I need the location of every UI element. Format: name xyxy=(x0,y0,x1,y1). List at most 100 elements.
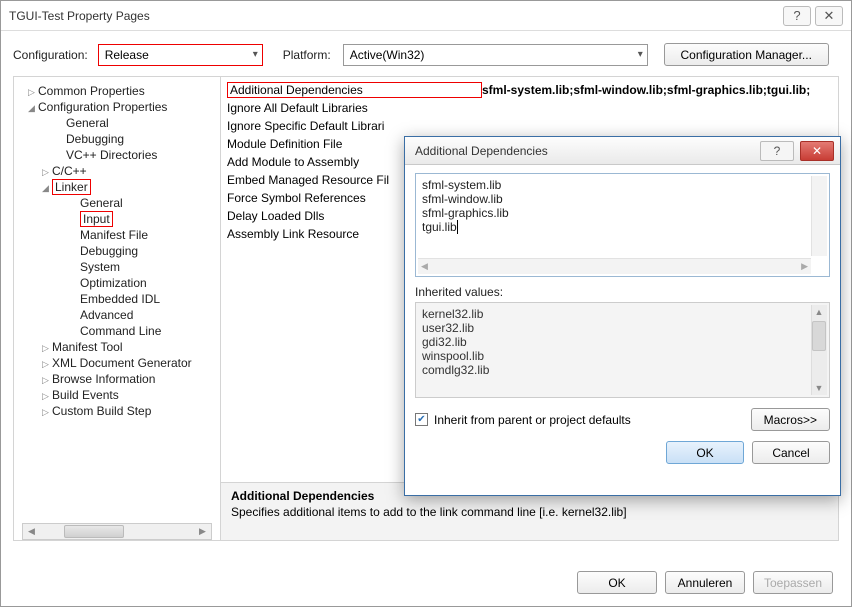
tree-item[interactable]: ▷C/C++ xyxy=(18,163,216,179)
property-row[interactable]: Ignore Specific Default Librari xyxy=(227,117,832,135)
tree-item-label: C/C++ xyxy=(52,164,87,178)
expand-icon[interactable]: ◢ xyxy=(28,103,38,114)
dependencies-textarea[interactable]: sfml-system.libsfml-window.libsfml-graph… xyxy=(415,173,830,277)
configuration-value: Release xyxy=(105,48,149,62)
tree-item-label: Embedded IDL xyxy=(80,292,160,306)
tree-item[interactable]: Debugging xyxy=(18,243,216,259)
expand-icon[interactable]: ▷ xyxy=(28,87,38,98)
property-pages-window: TGUI-Test Property Pages ? ✕ Configurati… xyxy=(0,0,852,607)
tree-item[interactable]: ▷Manifest Tool xyxy=(18,339,216,355)
tree-item-label: Command Line xyxy=(80,324,161,338)
tree-item-label: Debugging xyxy=(66,132,124,146)
platform-label: Platform: xyxy=(283,48,331,62)
expand-icon[interactable]: ▷ xyxy=(42,359,52,370)
tree-horizontal-scrollbar[interactable]: ◀ ▶ xyxy=(22,523,212,540)
property-name: Additional Dependencies xyxy=(227,82,482,98)
tree-item-label: General xyxy=(80,196,123,210)
tree-item[interactable]: Optimization xyxy=(18,275,216,291)
expand-icon[interactable]: ▷ xyxy=(42,391,52,402)
dialog-ok-button[interactable]: OK xyxy=(666,441,744,464)
tree-item[interactable]: ◢Linker xyxy=(18,179,216,195)
scroll-thumb[interactable] xyxy=(64,525,124,538)
chevron-down-icon: ▾ xyxy=(253,49,258,60)
dialog-cancel-button[interactable]: Cancel xyxy=(752,441,830,464)
tree-item-label: Browse Information xyxy=(52,372,155,386)
close-button[interactable]: ✕ xyxy=(815,6,843,26)
property-value[interactable]: sfml-system.lib;sfml-window.lib;sfml-gra… xyxy=(482,83,810,97)
inherited-values-list: kernel32.libuser32.libgdi32.libwinspool.… xyxy=(415,302,830,398)
textarea-horizontal-scrollbar[interactable]: ◀▶ xyxy=(418,258,811,274)
tree-item[interactable]: General xyxy=(18,195,216,211)
additional-dependencies-dialog: Additional Dependencies ? ✕ sfml-system.… xyxy=(404,136,841,496)
configuration-manager-button[interactable]: Configuration Manager... xyxy=(664,43,829,66)
help-button[interactable]: ? xyxy=(783,6,811,26)
scroll-up-icon[interactable]: ▲ xyxy=(812,305,826,319)
tree-item[interactable]: ▷Browse Information xyxy=(18,371,216,387)
tree-item-label: Input xyxy=(80,211,113,227)
scroll-left-icon[interactable]: ◀ xyxy=(23,524,40,539)
tree-item[interactable]: Debugging xyxy=(18,131,216,147)
tree-item-label: System xyxy=(80,260,120,274)
chevron-down-icon: ▾ xyxy=(638,49,643,60)
titlebar: TGUI-Test Property Pages ? ✕ xyxy=(1,1,851,31)
scroll-left-icon[interactable]: ◀ xyxy=(418,261,431,272)
tree-item[interactable]: Input xyxy=(18,211,216,227)
textarea-line: sfml-graphics.lib xyxy=(422,206,823,220)
dialog-help-button[interactable]: ? xyxy=(760,141,794,161)
dialog-titlebar: Additional Dependencies ? ✕ xyxy=(405,137,840,165)
scroll-right-icon[interactable]: ▶ xyxy=(194,524,211,539)
inherited-item: user32.lib xyxy=(422,321,823,335)
tree-panel: ▷Common Properties◢Configuration Propert… xyxy=(14,77,221,540)
scroll-thumb[interactable] xyxy=(812,321,826,351)
macros-button[interactable]: Macros>> xyxy=(751,408,830,431)
property-row[interactable]: Ignore All Default Libraries xyxy=(227,99,832,117)
dialog-buttons: OK Annuleren Toepassen xyxy=(577,571,833,594)
tree-item-label: XML Document Generator xyxy=(52,356,192,370)
tree-item-label: Manifest Tool xyxy=(52,340,122,354)
expand-icon[interactable]: ▷ xyxy=(42,167,52,178)
tree-item[interactable]: Manifest File xyxy=(18,227,216,243)
window-title: TGUI-Test Property Pages xyxy=(9,9,779,23)
textarea-line: sfml-system.lib xyxy=(422,178,823,192)
tree-item[interactable]: System xyxy=(18,259,216,275)
property-name: Ignore All Default Libraries xyxy=(227,101,482,115)
cancel-button[interactable]: Annuleren xyxy=(665,571,745,594)
dialog-close-button[interactable]: ✕ xyxy=(800,141,834,161)
platform-combo[interactable]: Active(Win32) ▾ xyxy=(343,44,648,66)
tree-item[interactable]: ◢Configuration Properties xyxy=(18,99,216,115)
dialog-title: Additional Dependencies xyxy=(415,144,760,158)
tree-item-label: Configuration Properties xyxy=(38,100,167,114)
expand-icon[interactable]: ▷ xyxy=(42,343,52,354)
inherited-item: kernel32.lib xyxy=(422,307,823,321)
tree-item[interactable]: Advanced xyxy=(18,307,216,323)
configuration-combo[interactable]: Release ▾ xyxy=(98,44,263,66)
inherited-values-label: Inherited values: xyxy=(415,285,830,299)
tree-item[interactable]: Embedded IDL xyxy=(18,291,216,307)
scroll-right-icon[interactable]: ▶ xyxy=(798,261,811,272)
property-name: Ignore Specific Default Librari xyxy=(227,119,482,133)
textarea-line: sfml-window.lib xyxy=(422,192,823,206)
expand-icon[interactable]: ◢ xyxy=(42,183,52,194)
tree-item-label: Manifest File xyxy=(80,228,148,242)
expand-icon[interactable]: ▷ xyxy=(42,375,52,386)
property-row[interactable]: Additional Dependenciessfml-system.lib;s… xyxy=(227,81,832,99)
tree-item[interactable]: ▷XML Document Generator xyxy=(18,355,216,371)
tree-item[interactable]: ▷Common Properties xyxy=(18,83,216,99)
tree-item[interactable]: General xyxy=(18,115,216,131)
config-row: Configuration: Release ▾ Platform: Activ… xyxy=(13,43,839,66)
expand-icon[interactable]: ▷ xyxy=(42,407,52,418)
tree-item[interactable]: ▷Build Events xyxy=(18,387,216,403)
tree-item-label: Linker xyxy=(52,179,91,195)
tree-item[interactable]: VC++ Directories xyxy=(18,147,216,163)
tree-item[interactable]: Command Line xyxy=(18,323,216,339)
inherit-checkbox[interactable]: ✔ xyxy=(415,413,428,426)
apply-button[interactable]: Toepassen xyxy=(753,571,833,594)
ok-button[interactable]: OK xyxy=(577,571,657,594)
description-text: Specifies additional items to add to the… xyxy=(231,505,828,519)
scroll-down-icon[interactable]: ▼ xyxy=(812,381,826,395)
tree-item-label: Debugging xyxy=(80,244,138,258)
tree-item-label: Optimization xyxy=(80,276,147,290)
inherited-item: gdi32.lib xyxy=(422,335,823,349)
tree-item[interactable]: ▷Custom Build Step xyxy=(18,403,216,419)
textarea-vertical-scrollbar[interactable] xyxy=(811,176,827,256)
